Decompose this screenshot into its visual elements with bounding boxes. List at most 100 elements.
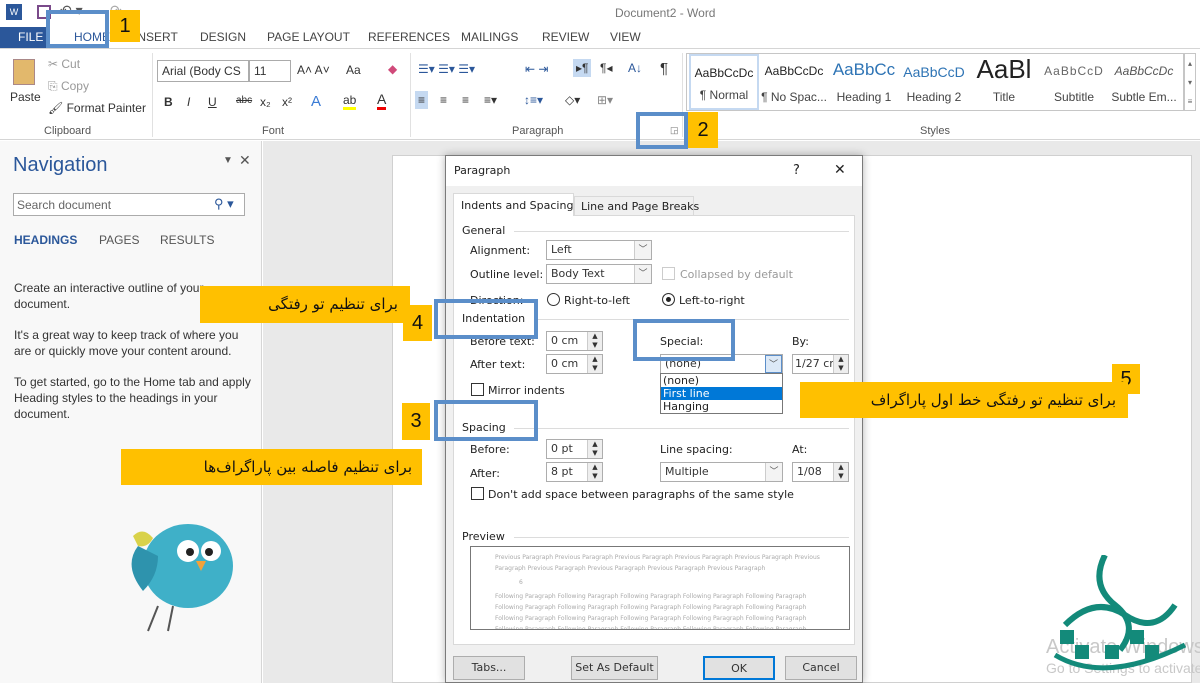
shading-icon[interactable]: ◇▾ <box>565 93 580 107</box>
bold-button[interactable]: B <box>164 95 173 109</box>
style-subtle-emphasis[interactable]: AaBbCcDc Subtle Em... <box>1109 54 1179 110</box>
bullets-icon[interactable]: ☰▾ ☰▾ ☰▾ <box>418 62 475 76</box>
tab-view[interactable]: VIEW <box>610 30 641 44</box>
spacing-after-input[interactable]: 8 pt ▲ ▼ <box>546 462 603 482</box>
font-name-value: Arial (Body CS <box>162 64 241 78</box>
word-icon: W <box>6 4 22 20</box>
nav-tab-headings[interactable]: HEADINGS <box>14 233 77 247</box>
set-as-default-button[interactable]: Set As Default <box>571 656 658 680</box>
subscript-button[interactable]: x₂ <box>260 95 271 109</box>
special-dropdown-list: (none) First line Hanging <box>660 373 783 414</box>
tab-review[interactable]: REVIEW <box>542 30 589 44</box>
style-title[interactable]: AaBl Title <box>969 54 1039 110</box>
text-effects-icon[interactable]: A <box>311 93 321 110</box>
at-input[interactable]: 1/08 ▲ ▼ <box>792 462 849 482</box>
nav-help-1: Create an interactive outline of your do… <box>14 281 204 311</box>
special-option-none[interactable]: (none) <box>661 374 782 387</box>
by-input[interactable]: 1/27 cm ▲ ▼ <box>792 354 849 374</box>
style-heading-1[interactable]: AaBbCc Heading 1 <box>829 54 899 110</box>
chevron-down-icon: ﹀ <box>765 463 782 481</box>
ok-button[interactable]: OK <box>703 656 775 680</box>
align-right-icon[interactable]: ≡ <box>462 93 469 107</box>
tab-page-layout[interactable]: PAGE LAYOUT <box>267 30 350 44</box>
special-option-first-line[interactable]: First line <box>661 387 782 400</box>
font-name-select[interactable]: Arial (Body CS <box>157 60 249 82</box>
style-no-spacing[interactable]: AaBbCcDc ¶ No Spac... <box>759 54 829 110</box>
help-button[interactable]: ? <box>793 163 800 178</box>
indent-icons[interactable]: ⇤ ⇥ <box>525 62 548 76</box>
tab-indents-spacing[interactable]: Indents and Spacing <box>453 193 574 216</box>
collapsed-checkbox[interactable] <box>662 267 675 280</box>
spacing-before-input[interactable]: 0 pt ▲ ▼ <box>546 439 603 459</box>
close-button[interactable]: ✕ <box>834 162 846 178</box>
before-text-input[interactable]: 0 cm ▲ ▼ <box>546 331 603 351</box>
dialog-title: Paragraph <box>454 164 511 177</box>
change-case-button[interactable]: Aa <box>346 63 361 77</box>
copy-button[interactable]: ⎘ Copy <box>48 79 89 94</box>
style-subtitle[interactable]: AaBbCcD Subtitle <box>1039 54 1109 110</box>
rtl-icon[interactable]: ¶◂ <box>600 61 612 75</box>
cancel-button[interactable]: Cancel <box>785 656 857 680</box>
align-left-icon[interactable]: ≡ <box>415 91 429 109</box>
preview-heading: Preview <box>462 530 505 543</box>
paste-button[interactable]: Paste <box>10 90 41 104</box>
style-name: Heading 1 <box>836 90 892 104</box>
spinner-icon[interactable]: ▲ ▼ <box>587 463 602 481</box>
search-input[interactable]: Search document ⚲ ▾ <box>13 193 245 216</box>
superscript-button[interactable]: x² <box>282 95 292 109</box>
spinner-icon[interactable]: ▲ ▼ <box>587 440 602 458</box>
borders-icon[interactable]: ⊞▾ <box>597 93 613 107</box>
ltr-radio[interactable] <box>662 293 675 306</box>
nav-help-3: To get started, go to the Home tab and a… <box>14 375 251 421</box>
style-heading-2[interactable]: AaBbCcD Heading 2 <box>899 54 969 110</box>
grow-font-icon[interactable]: A˄ A˅ <box>297 63 330 77</box>
align-center-icon[interactable]: ≡ <box>440 93 447 107</box>
alignment-select[interactable]: Left ﹀ <box>546 240 652 260</box>
nav-tab-results[interactable]: RESULTS <box>160 233 214 247</box>
tab-line-page-breaks[interactable]: Line and Page Breaks <box>574 196 699 216</box>
dont-add-space-checkbox[interactable] <box>471 487 484 500</box>
sort-icon[interactable]: A↓ <box>628 61 642 75</box>
justify-icon[interactable]: ≡▾ <box>484 93 497 107</box>
spinner-icon[interactable]: ▲ ▼ <box>833 463 848 481</box>
alignment-label: Alignment: <box>470 244 531 257</box>
styles-scrollbar[interactable]: ▴ ▾ ≡ <box>1184 53 1196 111</box>
chevron-down-icon: ﹀ <box>765 355 782 373</box>
search-icon[interactable]: ⚲ ▾ <box>214 196 234 212</box>
format-painter-button[interactable]: 🖌 Format Painter <box>48 101 146 115</box>
style-normal[interactable]: AaBbCcDc ¶ Normal <box>689 54 759 110</box>
line-spacing-icon[interactable]: ↕≡▾ <box>524 93 543 107</box>
strikethrough-button[interactable]: abc <box>236 95 252 106</box>
spinner-icon[interactable]: ▲ ▼ <box>587 332 602 350</box>
underline-button[interactable]: U <box>208 95 217 109</box>
spacing-before-label: Before: <box>470 443 510 456</box>
after-text-input[interactable]: 0 cm ▲ ▼ <box>546 354 603 374</box>
cut-button[interactable]: ✂ Cut <box>48 57 80 71</box>
tab-mailings[interactable]: MAILINGS <box>461 30 518 44</box>
mirror-indents-checkbox[interactable] <box>471 383 484 396</box>
font-color-icon[interactable]: A <box>377 91 387 110</box>
close-pane-icon[interactable]: ✕ <box>239 152 251 169</box>
line-spacing-select[interactable]: Multiple ﹀ <box>660 462 783 482</box>
paste-icon[interactable] <box>13 59 35 85</box>
nav-tab-pages[interactable]: PAGES <box>99 233 139 247</box>
tab-references[interactable]: REFERENCES <box>368 30 450 44</box>
show-marks-icon[interactable]: ¶ <box>660 60 668 77</box>
ltr-icon[interactable]: ▸¶ <box>573 59 592 77</box>
highlight-icon[interactable]: ab <box>343 93 357 110</box>
spinner-icon[interactable]: ▲ ▼ <box>833 355 848 373</box>
tabs-button[interactable]: Tabs... <box>453 656 525 680</box>
tab-insert[interactable]: INSERT <box>134 30 178 44</box>
outline-level-select[interactable]: Body Text ﹀ <box>546 264 652 284</box>
font-size-select[interactable]: 11 <box>249 60 291 82</box>
tab-design[interactable]: DESIGN <box>200 30 246 44</box>
step-2-badge: 2 <box>688 112 718 148</box>
after-text-label: After text: <box>470 358 526 371</box>
clear-formatting-icon[interactable]: ◆ <box>388 62 397 76</box>
spinner-icon[interactable]: ▲ ▼ <box>587 355 602 373</box>
rtl-radio[interactable] <box>547 293 560 306</box>
pane-options-icon[interactable]: ▼ <box>223 155 233 166</box>
italic-button[interactable]: I <box>187 95 190 109</box>
styles-group-label: Styles <box>920 125 950 137</box>
special-option-hanging[interactable]: Hanging <box>661 400 782 413</box>
